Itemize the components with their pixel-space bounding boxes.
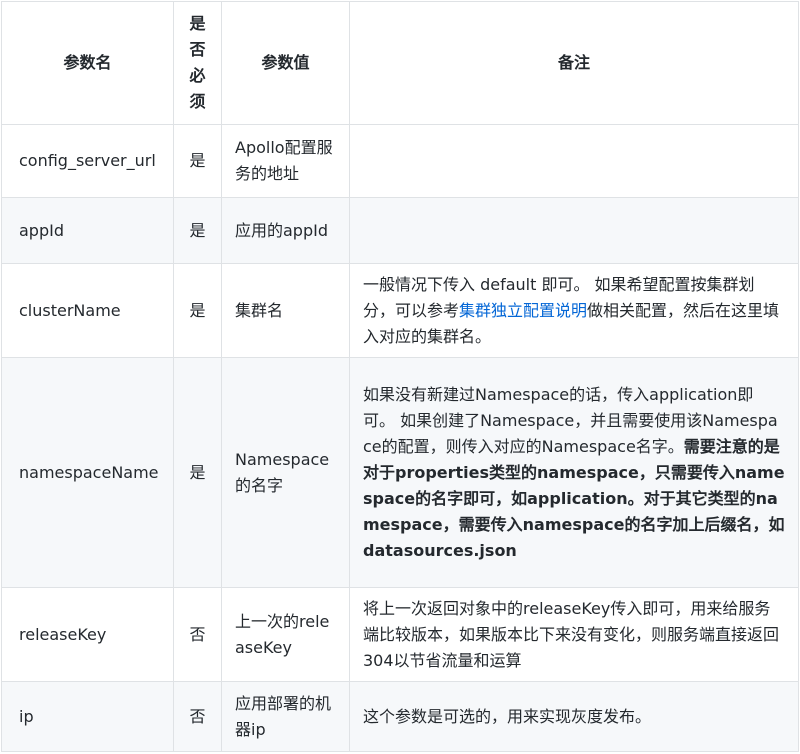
cell-note	[349, 124, 799, 198]
cell-note: 这个参数是可选的，用来实现灰度发布。	[349, 681, 799, 752]
note-text: 将上一次返回对象中的releaseKey传入即可，用来给服务端比较版本，如果版本…	[363, 598, 780, 670]
table-row: config_server_url 是 Apollo配置服务的地址	[1, 124, 799, 198]
cell-param-value: 应用部署的机器ip	[221, 681, 350, 752]
cell-param-value: 上一次的releaseKey	[221, 587, 350, 682]
header-required: 是 否 必 须	[173, 1, 222, 125]
note-text: 这个参数是可选的，用来实现灰度发布。	[363, 706, 652, 726]
cell-param-name: config_server_url	[1, 124, 174, 198]
header-required-char: 必	[189, 66, 206, 85]
header-param-name: 参数名	[1, 1, 174, 125]
cell-required: 否	[173, 681, 222, 752]
cell-note	[349, 197, 799, 264]
cell-param-name: appId	[1, 197, 174, 264]
note-link[interactable]: 集群独立配置说明	[459, 301, 587, 320]
parameters-table: 参数名 是 否 必 须 参数值 备注 config_server_url 是 A…	[1, 1, 799, 752]
cell-param-value: 应用的appId	[221, 197, 350, 264]
cell-required: 是	[173, 357, 222, 588]
cell-param-value: Namespace的名字	[221, 357, 350, 588]
cell-param-name: releaseKey	[1, 587, 174, 682]
cell-required: 否	[173, 587, 222, 682]
cell-param-name: namespaceName	[1, 357, 174, 588]
cell-param-name: ip	[1, 681, 174, 752]
header-required-char: 否	[189, 40, 206, 59]
header-required-char: 须	[189, 92, 206, 111]
header-required-char: 是	[189, 14, 206, 33]
cell-param-name: clusterName	[1, 263, 174, 358]
cell-required: 是	[173, 263, 222, 358]
cell-param-value: Apollo配置服务的地址	[221, 124, 350, 198]
header-note: 备注	[349, 1, 799, 125]
cell-note: 一般情况下传入 default 即可。 如果希望配置按集群划分，可以参考集群独立…	[349, 263, 799, 358]
header-row: 参数名 是 否 必 须 参数值 备注	[1, 1, 799, 125]
header-param-value: 参数值	[221, 1, 350, 125]
table-row: appId 是 应用的appId	[1, 197, 799, 264]
table-row: namespaceName 是 Namespace的名字 如果没有新建过Name…	[1, 357, 799, 588]
cell-required: 是	[173, 197, 222, 264]
cell-note: 将上一次返回对象中的releaseKey传入即可，用来给服务端比较版本，如果版本…	[349, 587, 799, 682]
table-row: ip 否 应用部署的机器ip 这个参数是可选的，用来实现灰度发布。	[1, 681, 799, 752]
cell-required: 是	[173, 124, 222, 198]
cell-param-value: 集群名	[221, 263, 350, 358]
table-row: clusterName 是 集群名 一般情况下传入 default 即可。 如果…	[1, 263, 799, 358]
table-row: releaseKey 否 上一次的releaseKey 将上一次返回对象中的re…	[1, 587, 799, 682]
cell-note: 如果没有新建过Namespace的话，传入application即可。 如果创建…	[349, 357, 799, 588]
